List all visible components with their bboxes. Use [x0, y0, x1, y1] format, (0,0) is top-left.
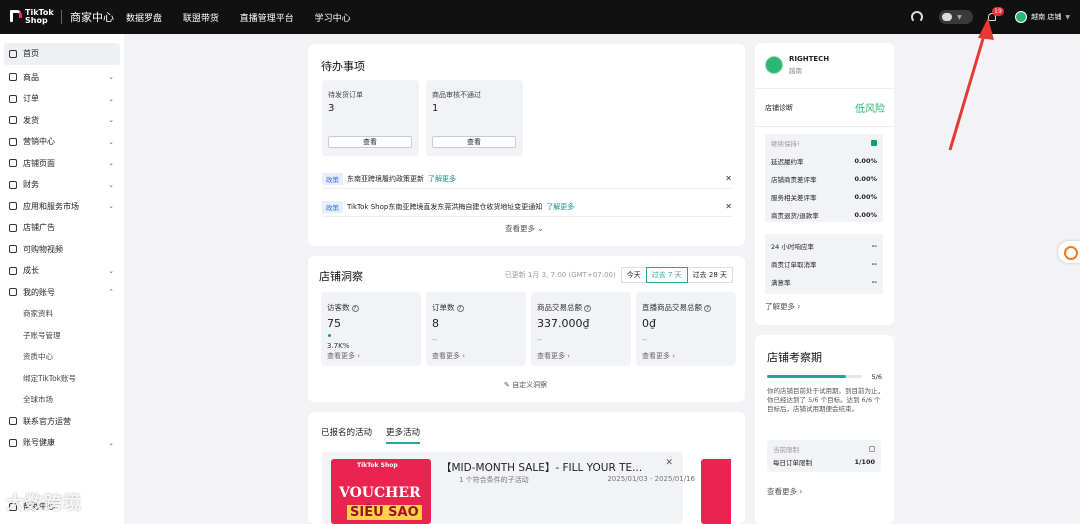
- range-last-7-days[interactable]: 过去 7 天: [645, 267, 688, 283]
- arrow-shaft: [948, 31, 987, 151]
- watermark: 大数跨境: [6, 493, 82, 514]
- arrow-head: [978, 18, 994, 40]
- annotation-arrow: [948, 18, 994, 151]
